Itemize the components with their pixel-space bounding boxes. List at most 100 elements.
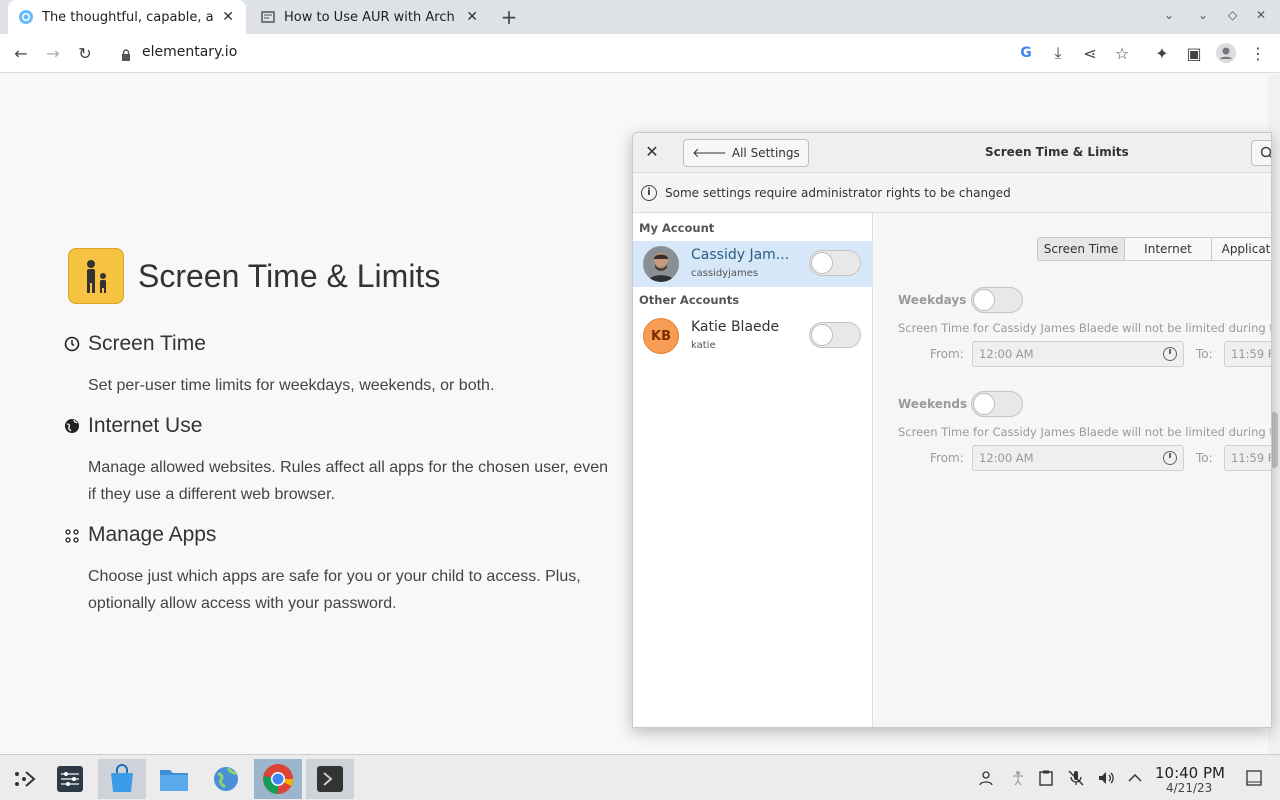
account-row-cassidy[interactable]: Cassidy Jam... cassidyjames	[633, 241, 873, 287]
reload-icon[interactable]: ↻	[74, 42, 96, 64]
weekdays-from-label: From:	[930, 347, 964, 361]
avatar: KB	[643, 318, 679, 354]
profile-icon[interactable]	[1215, 42, 1237, 64]
tab-internet[interactable]: Internet	[1124, 237, 1212, 261]
weekends-description: Screen Time for Cassidy James Blaede wil…	[898, 425, 1272, 439]
section-body-internet-use: Manage allowed websites. Rules affect al…	[88, 459, 609, 503]
account-name: Cassidy Jam...	[691, 247, 790, 263]
infobar-text: Some settings require administrator righ…	[665, 185, 1011, 200]
settings-window: ✕ 🡐 All Settings Screen Time & Limits i …	[632, 132, 1272, 728]
search-icon	[1260, 146, 1271, 159]
section-body-screen-time: Set per-user time limits for weekdays, w…	[88, 377, 495, 394]
files-app-icon[interactable]	[150, 759, 198, 799]
google-icon[interactable]: G	[1015, 42, 1037, 64]
my-account-header: My Account	[639, 221, 715, 235]
account-name: Katie Blaede	[691, 319, 780, 335]
weekends-from-label: From:	[930, 451, 964, 465]
tab-aur-guide[interactable]: How to Use AUR with Arch Li ✕	[250, 0, 490, 34]
search-button[interactable]	[1251, 140, 1271, 166]
weekdays-description: Screen Time for Cassidy James Blaede wil…	[898, 321, 1272, 335]
close-icon[interactable]: ✕	[643, 143, 661, 161]
tab-applications[interactable]: Applicat	[1211, 237, 1271, 261]
clock-icon	[1163, 347, 1177, 361]
weekdays-toggle[interactable]	[971, 287, 1023, 313]
weekdays-to-field[interactable]: 11:59 F	[1224, 341, 1271, 367]
web-browser-app-icon[interactable]	[202, 759, 250, 799]
browser-toolbar: ← → ↻ elementary.io G ⤓ ⋖ ☆ ✦ ▣ ⋮	[0, 34, 1280, 73]
apps-grid-icon	[64, 528, 80, 544]
tab-close-icon[interactable]: ✕	[222, 9, 234, 25]
avatar	[643, 246, 679, 282]
close-window-icon[interactable]: ✕	[1256, 8, 1266, 22]
tab-search-icon[interactable]: ⌄	[1164, 8, 1174, 22]
settings-window-title: Screen Time & Limits	[985, 145, 1129, 159]
show-desktop-icon[interactable]	[1245, 769, 1263, 787]
clock-icon	[64, 336, 80, 352]
globe-icon	[64, 418, 80, 434]
volume-icon[interactable]	[1097, 769, 1115, 787]
side-panel-icon[interactable]: ▣	[1183, 42, 1205, 64]
extensions-icon[interactable]: ✦	[1151, 42, 1173, 64]
chevron-up-icon[interactable]	[1126, 769, 1144, 787]
minimize-icon[interactable]: ⌄	[1198, 8, 1208, 22]
all-settings-label: All Settings	[731, 146, 800, 160]
weekends-from-field[interactable]: 12:00 AM	[972, 445, 1184, 471]
tab-title: The thoughtful, capable, and	[42, 9, 214, 25]
weekends-to-field[interactable]: 11:59 F	[1224, 445, 1271, 471]
account-toggle[interactable]	[809, 322, 861, 348]
address-bar[interactable]: elementary.io	[142, 44, 237, 60]
new-tab-button[interactable]: +	[498, 5, 520, 29]
tab-elementary[interactable]: The thoughtful, capable, and ✕	[8, 0, 246, 34]
microphone-muted-icon[interactable]	[1067, 769, 1085, 787]
restore-icon[interactable]: ◇	[1228, 8, 1237, 22]
taskbar: 10:40 PM 4/21/23	[0, 754, 1280, 800]
settings-headerbar: ✕ 🡐 All Settings Screen Time & Limits	[633, 133, 1271, 173]
tab-bar: The thoughtful, capable, and ✕ How to Us…	[0, 0, 1280, 34]
tab-screen-time[interactable]: Screen Time	[1037, 237, 1125, 261]
account-username: cassidyjames	[691, 268, 759, 279]
weekends-toggle[interactable]	[971, 391, 1023, 417]
section-title-internet-use: Internet Use	[88, 414, 203, 437]
tab-close-icon[interactable]: ✕	[466, 9, 478, 25]
account-toggle[interactable]	[809, 250, 861, 276]
weekdays-to-label: To:	[1196, 347, 1213, 361]
install-icon[interactable]: ⤓	[1047, 42, 1069, 64]
system-settings-app-icon[interactable]	[46, 759, 94, 799]
account-row-katie[interactable]: KB Katie Blaede katie	[633, 313, 873, 359]
clipboard-icon[interactable]	[1037, 769, 1055, 787]
forward-icon[interactable]: →	[42, 42, 64, 64]
section-body-manage-apps: Choose just which apps are safe for you …	[88, 568, 581, 612]
bookmark-star-icon[interactable]: ☆	[1111, 42, 1133, 64]
screen-time-panel: Screen Time Internet Applicat Weekdays S…	[874, 213, 1272, 727]
chrome-app-icon[interactable]	[254, 759, 302, 799]
other-accounts-header: Other Accounts	[639, 293, 740, 307]
weekdays-label: Weekdays	[898, 293, 967, 307]
section-title-manage-apps: Manage Apps	[88, 523, 217, 546]
accessibility-icon[interactable]	[1009, 769, 1027, 787]
appcenter-app-icon[interactable]	[98, 759, 146, 799]
clock-icon	[1163, 451, 1177, 465]
weekends-to-label: To:	[1196, 451, 1213, 465]
weekdays-from-field[interactable]: 12:00 AM	[972, 341, 1184, 367]
tab-title: How to Use AUR with Arch Li	[284, 9, 456, 25]
back-icon[interactable]: ←	[10, 42, 32, 64]
terminal-app-icon[interactable]	[306, 759, 354, 799]
user-icon[interactable]	[977, 769, 995, 787]
app-launcher-icon[interactable]	[0, 759, 48, 799]
clock-date[interactable]: 4/21/23	[1166, 781, 1212, 795]
menu-icon[interactable]: ⋮	[1247, 42, 1269, 64]
all-settings-button[interactable]: 🡐 All Settings	[683, 139, 809, 167]
article-favicon-icon	[260, 9, 276, 25]
account-username: katie	[691, 340, 716, 351]
share-icon[interactable]: ⋖	[1079, 42, 1101, 64]
elementary-favicon-icon	[18, 9, 34, 25]
weekends-from-value: 12:00 AM	[979, 451, 1034, 465]
clock-time[interactable]: 10:40 PM	[1155, 764, 1225, 782]
back-arrow-icon: 🡐	[692, 146, 727, 161]
weekends-label: Weekends	[898, 397, 968, 411]
lock-icon	[121, 46, 131, 61]
parental-controls-icon	[68, 248, 124, 304]
section-title-screen-time: Screen Time	[88, 332, 206, 355]
weekdays-from-value: 12:00 AM	[979, 347, 1034, 361]
info-icon: i	[641, 184, 657, 201]
